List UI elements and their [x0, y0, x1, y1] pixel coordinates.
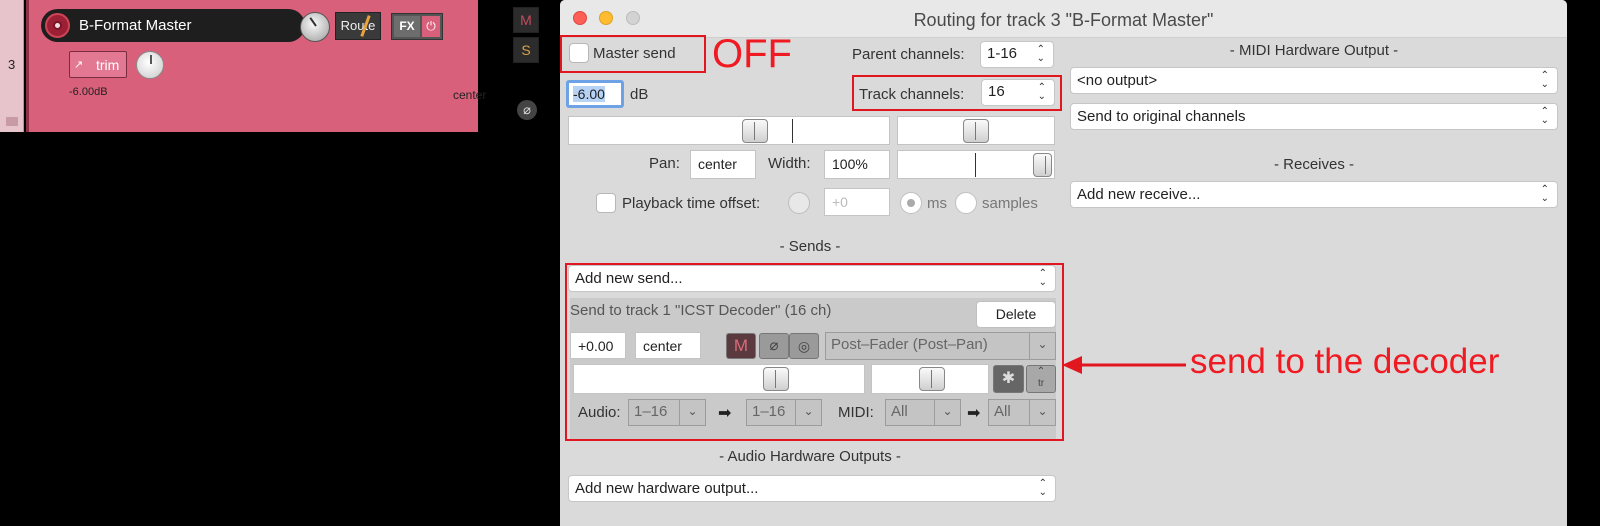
volume-value: -6.00 — [573, 86, 605, 102]
volume-slider-thumb[interactable] — [742, 119, 768, 143]
master-send-highlight — [560, 35, 706, 73]
pan-slider-thumb[interactable] — [963, 119, 989, 143]
record-arm-button[interactable] — [45, 13, 70, 38]
pan-field[interactable]: center — [690, 150, 756, 179]
pan-slider[interactable] — [897, 116, 1055, 145]
midi-channel-mode-value: Send to original channels — [1077, 108, 1246, 125]
ms-radio[interactable] — [900, 192, 922, 214]
midi-hw-output-header: - MIDI Hardware Output - — [1229, 42, 1399, 59]
off-annotation: OFF — [712, 32, 792, 76]
add-hw-output-placeholder: Add new hardware output... — [575, 480, 759, 497]
add-receive-select[interactable]: Add new receive... ⌃ ⌄ — [1070, 181, 1558, 208]
samples-label: samples — [982, 195, 1038, 212]
track-panel: 3 B-Format Master Route FX ⏻ ↗ trim -6.0… — [0, 0, 548, 132]
decoder-annotation: send to the decoder — [1190, 342, 1500, 381]
midi-channel-mode-select[interactable]: Send to original channels ⌃ ⌄ — [1070, 103, 1558, 130]
sends-header: - Sends - — [779, 238, 841, 255]
volume-unit: dB — [630, 86, 649, 103]
window-title: Routing for track 3 "B-Format Master" — [913, 10, 1214, 30]
width-slider-thumb[interactable] — [1033, 153, 1052, 177]
width-field[interactable]: 100% — [824, 150, 890, 179]
stepper-icon: ⌃ ⌄ — [1540, 70, 1549, 90]
midi-hw-output-value: <no output> — [1077, 72, 1158, 89]
fx-bypass-power-icon[interactable]: ⏻ — [422, 16, 440, 37]
track-number: 3 — [8, 57, 16, 72]
width-slider[interactable] — [897, 150, 1055, 179]
volume-readout: -6.00dB — [69, 86, 108, 98]
playback-offset-label[interactable]: Playback time offset: — [622, 195, 760, 212]
mute-button[interactable]: M — [513, 7, 539, 33]
route-button[interactable]: Route — [335, 12, 381, 40]
send-highlight — [565, 263, 1064, 441]
stepper-icon: ⌃ ⌄ — [1038, 478, 1047, 498]
width-center-tick — [975, 153, 976, 177]
routing-window: Routing for track 3 "B-Format Master" Ma… — [560, 0, 1567, 526]
phase-invert-icon[interactable]: ⌀ — [517, 100, 537, 120]
fx-button[interactable]: FX — [394, 16, 420, 37]
pan-knob[interactable] — [136, 51, 164, 79]
track-name-bar[interactable]: B-Format Master — [41, 9, 305, 42]
volume-slider[interactable] — [568, 116, 890, 145]
fx-button-group: FX ⏻ — [391, 13, 443, 40]
audio-hw-outputs-header: - Audio Hardware Outputs - — [719, 448, 901, 465]
track-number-strip[interactable]: 3 — [0, 0, 24, 132]
stepper-icon: ⌃ ⌄ — [1036, 44, 1045, 64]
width-label: Width: — [768, 155, 811, 172]
automation-mode-button[interactable]: ↗ trim — [69, 51, 127, 78]
volume-field[interactable]: -6.00 — [566, 80, 624, 108]
pan-label: Pan: — [649, 155, 680, 172]
volume-knob[interactable] — [300, 12, 330, 42]
add-hw-output-select[interactable]: Add new hardware output... ⌃ ⌄ — [568, 475, 1056, 502]
envelope-icon: ↗ — [74, 59, 84, 71]
solo-button[interactable]: S — [513, 37, 539, 63]
parent-channels-value: 1-16 — [987, 45, 1018, 62]
stepper-icon: ⌃ ⌄ — [1540, 106, 1549, 126]
track-channels-highlight — [852, 75, 1062, 111]
annotation-arrow-icon — [1062, 356, 1186, 374]
ms-label: ms — [927, 195, 947, 212]
add-receive-placeholder: Add new receive... — [1077, 186, 1201, 203]
playback-offset-knob[interactable] — [788, 192, 810, 214]
track-name[interactable]: B-Format Master — [79, 17, 192, 34]
receives-header: - Receives - — [1273, 156, 1355, 173]
playback-offset-checkbox[interactable] — [596, 193, 616, 213]
midi-hw-output-select[interactable]: <no output> ⌃ ⌄ — [1070, 67, 1558, 94]
track-body: B-Format Master Route FX ⏻ ↗ trim -6.00d… — [26, 0, 486, 132]
parent-channels-select[interactable]: 1-16 ⌃ ⌄ — [980, 41, 1054, 68]
folder-icon[interactable] — [6, 117, 18, 126]
unity-tick — [792, 119, 793, 143]
pan-readout: center — [453, 88, 487, 102]
automation-mode-label: trim — [96, 57, 120, 73]
playback-offset-field[interactable]: +0 — [824, 188, 890, 216]
parent-channels-label: Parent channels: — [852, 46, 965, 63]
samples-radio[interactable] — [955, 192, 977, 214]
stepper-icon: ⌃ ⌄ — [1540, 184, 1549, 204]
